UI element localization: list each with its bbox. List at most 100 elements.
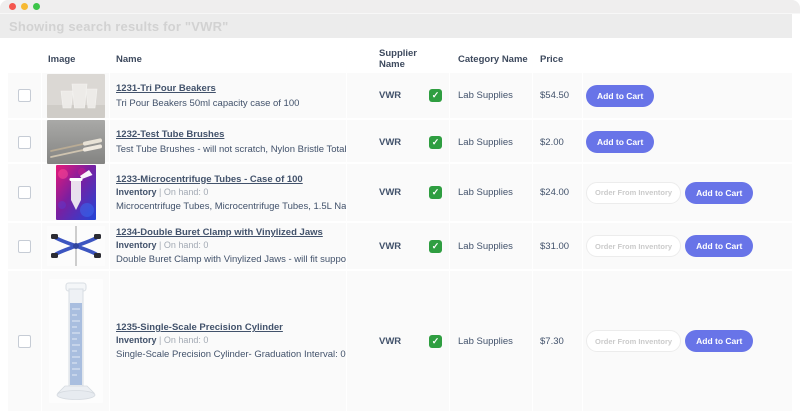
inventory-on-hand: | On hand: 0 (159, 335, 208, 345)
name-cell: 1232-Test Tube Brushes Test Tube Brushes… (110, 120, 347, 164)
minimize-window-icon[interactable] (21, 3, 28, 10)
price-value: $24.00 (540, 187, 569, 198)
supplier-name: VWR (379, 187, 401, 198)
supplier-verified-check-icon: ✓ (429, 240, 442, 253)
category-cell: Lab Supplies (450, 120, 533, 164)
product-name-link[interactable]: 1234-Double Buret Clamp with Vinylized J… (116, 227, 346, 238)
actions-cell: Order From Inventory Add to Cart (583, 164, 792, 221)
category-name: Lab Supplies (458, 90, 513, 101)
header-image: Image (42, 45, 110, 73)
window-titlebar (0, 0, 800, 14)
product-name-link[interactable]: 1235-Single-Scale Precision Cylinder (116, 322, 346, 333)
price-value: $54.50 (540, 90, 569, 101)
supplier-cell: VWR ✓ (347, 223, 450, 269)
order-from-inventory-button[interactable]: Order From Inventory (586, 235, 681, 257)
product-image (47, 226, 105, 266)
inventory-line: Inventory | On hand: 0 (116, 187, 346, 197)
table-row: 1234-Double Buret Clamp with Vinylized J… (8, 223, 792, 271)
product-description: Single-Scale Precision Cylinder- Graduat… (116, 349, 346, 360)
row-select-checkbox[interactable] (18, 240, 31, 253)
row-select-checkbox[interactable] (18, 89, 31, 102)
header-supplier-name: Supplier Name (347, 45, 450, 73)
supplier-name: VWR (379, 137, 401, 148)
supplier-verified-check-icon: ✓ (429, 136, 442, 149)
category-name: Lab Supplies (458, 241, 513, 252)
add-to-cart-button[interactable]: Add to Cart (685, 182, 753, 204)
header-category-name: Category Name (450, 45, 533, 73)
image-cell (42, 73, 110, 118)
price-cell: $7.30 (533, 271, 583, 411)
product-image (56, 165, 96, 220)
header-checkbox-cell (8, 45, 42, 73)
product-image (49, 279, 103, 403)
supplier-verified-check-icon: ✓ (429, 89, 442, 102)
supplier-cell: VWR ✓ (347, 120, 450, 164)
supplier-verified-check-icon: ✓ (429, 335, 442, 348)
image-cell (42, 271, 110, 411)
search-results-text: Showing search results for "VWR" (9, 19, 229, 34)
product-name-link[interactable]: 1232-Test Tube Brushes (116, 129, 346, 140)
name-cell: 1234-Double Buret Clamp with Vinylized J… (110, 223, 347, 269)
header-actions-cell (583, 45, 792, 73)
supplier-name: VWR (379, 336, 401, 347)
table-row: 1233-Microcentrifuge Tubes - Case of 100… (8, 164, 792, 223)
category-name: Lab Supplies (458, 137, 513, 148)
price-cell: $24.00 (533, 164, 583, 221)
search-results-table: Image Name Supplier Name Category Name P… (8, 45, 792, 413)
category-name: Lab Supplies (458, 336, 513, 347)
price-value: $31.00 (540, 241, 569, 252)
row-select-checkbox[interactable] (18, 136, 31, 149)
supplier-verified-check-icon: ✓ (429, 186, 442, 199)
close-window-icon[interactable] (9, 3, 16, 10)
inventory-line: Inventory | On hand: 0 (116, 240, 346, 250)
row-select-checkbox[interactable] (18, 335, 31, 348)
price-cell: $2.00 (533, 120, 583, 164)
add-to-cart-button[interactable]: Add to Cart (586, 131, 654, 153)
category-cell: Lab Supplies (450, 73, 533, 118)
app-window: { "colors": { "accent": "#6874e8", "veri… (0, 0, 800, 413)
row-select-checkbox[interactable] (18, 186, 31, 199)
inventory-on-hand: | On hand: 0 (159, 240, 208, 250)
inventory-on-hand: | On hand: 0 (159, 187, 208, 197)
checkbox-cell (8, 73, 42, 118)
add-to-cart-button[interactable]: Add to Cart (685, 235, 753, 257)
image-cell (42, 223, 110, 269)
actions-cell: Add to Cart (583, 120, 792, 164)
inventory-line: Inventory | On hand: 0 (116, 335, 346, 345)
order-from-inventory-button[interactable]: Order From Inventory (586, 330, 681, 352)
category-cell: Lab Supplies (450, 271, 533, 411)
supplier-name: VWR (379, 90, 401, 101)
category-cell: Lab Supplies (450, 223, 533, 269)
price-value: $7.30 (540, 336, 564, 347)
price-cell: $31.00 (533, 223, 583, 269)
product-name-link[interactable]: 1231-Tri Pour Beakers (116, 83, 299, 94)
actions-cell: Order From Inventory Add to Cart (583, 271, 792, 411)
product-image (47, 120, 105, 164)
supplier-cell: VWR ✓ (347, 164, 450, 221)
checkbox-cell (8, 271, 42, 411)
category-name: Lab Supplies (458, 187, 513, 198)
supplier-cell: VWR ✓ (347, 271, 450, 411)
header-name: Name (110, 45, 347, 73)
name-cell: 1231-Tri Pour Beakers Tri Pour Beakers 5… (110, 73, 347, 118)
product-image (47, 74, 105, 118)
name-cell: 1235-Single-Scale Precision Cylinder Inv… (110, 271, 347, 411)
actions-cell: Add to Cart (583, 73, 792, 118)
category-cell: Lab Supplies (450, 164, 533, 221)
maximize-window-icon[interactable] (33, 3, 40, 10)
product-description: Tri Pour Beakers 50ml capacity case of 1… (116, 98, 299, 109)
product-name-link[interactable]: 1233-Microcentrifuge Tubes - Case of 100 (116, 174, 346, 185)
add-to-cart-button[interactable]: Add to Cart (586, 85, 654, 107)
supplier-cell: VWR ✓ (347, 73, 450, 118)
checkbox-cell (8, 120, 42, 164)
table-row: 1231-Tri Pour Beakers Tri Pour Beakers 5… (8, 73, 792, 120)
search-results-banner: Showing search results for "VWR" (0, 14, 792, 38)
order-from-inventory-button[interactable]: Order From Inventory (586, 182, 681, 204)
table-row: 1232-Test Tube Brushes Test Tube Brushes… (8, 120, 792, 164)
image-cell (42, 120, 110, 164)
price-value: $2.00 (540, 137, 564, 148)
add-to-cart-button[interactable]: Add to Cart (685, 330, 753, 352)
inventory-label: Inventory (116, 240, 157, 250)
actions-cell: Order From Inventory Add to Cart (583, 223, 792, 269)
product-description: Double Buret Clamp with Vinylized Jaws -… (116, 254, 346, 265)
